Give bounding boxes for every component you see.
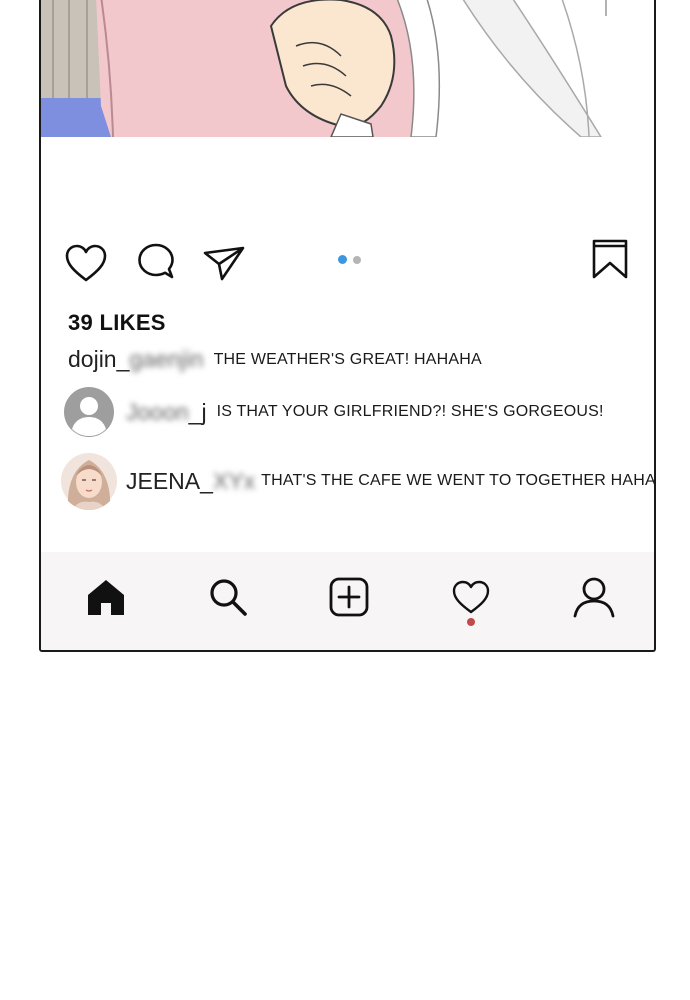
carousel-dot bbox=[353, 256, 361, 264]
home-icon[interactable] bbox=[81, 572, 131, 622]
post-actions-bar bbox=[41, 236, 654, 292]
comment-row: JEENA_XYx THAT'S THE CAFE WE WENT TO TOG… bbox=[60, 452, 656, 510]
illustrated-woman-avatar[interactable] bbox=[60, 452, 118, 510]
bottom-nav-bar bbox=[41, 552, 654, 650]
post-photo[interactable] bbox=[41, 0, 654, 137]
post-caption: dojin_gaenjin THE WEATHER'S GREAT! HAHAH… bbox=[68, 346, 654, 373]
notification-dot bbox=[467, 618, 475, 626]
caption-username[interactable]: dojin_gaenjin bbox=[68, 346, 204, 373]
profile-icon[interactable] bbox=[569, 572, 619, 622]
comment-row: Jooon_j IS THAT YOUR GIRLFRIEND?! SHE'S … bbox=[64, 387, 654, 437]
add-post-icon[interactable] bbox=[324, 572, 374, 622]
comment-username[interactable]: JEENA_XYx bbox=[126, 468, 255, 495]
share-icon[interactable] bbox=[201, 240, 247, 286]
comment-username[interactable]: Jooon_j bbox=[126, 399, 207, 426]
likes-count[interactable]: 39 LIKES bbox=[68, 310, 166, 336]
activity-heart-icon[interactable] bbox=[446, 572, 496, 622]
heart-icon[interactable] bbox=[63, 240, 109, 286]
comment-text: THAT'S THE CAFE WE WENT TO TOGETHER HAHA bbox=[261, 472, 656, 489]
search-icon[interactable] bbox=[203, 572, 253, 622]
comment-text: IS THAT YOUR GIRLFRIEND?! SHE'S GORGEOUS… bbox=[216, 403, 604, 420]
caption-text: THE WEATHER'S GREAT! HAHAHA bbox=[213, 350, 482, 368]
carousel-indicator bbox=[338, 255, 361, 264]
carousel-dot-active bbox=[338, 255, 347, 264]
phone-frame: 39 LIKES dojin_gaenjin THE WEATHER'S GRE… bbox=[39, 0, 656, 652]
bookmark-icon[interactable] bbox=[587, 236, 633, 282]
default-avatar-icon[interactable] bbox=[64, 387, 114, 437]
comment-icon[interactable] bbox=[133, 240, 179, 286]
